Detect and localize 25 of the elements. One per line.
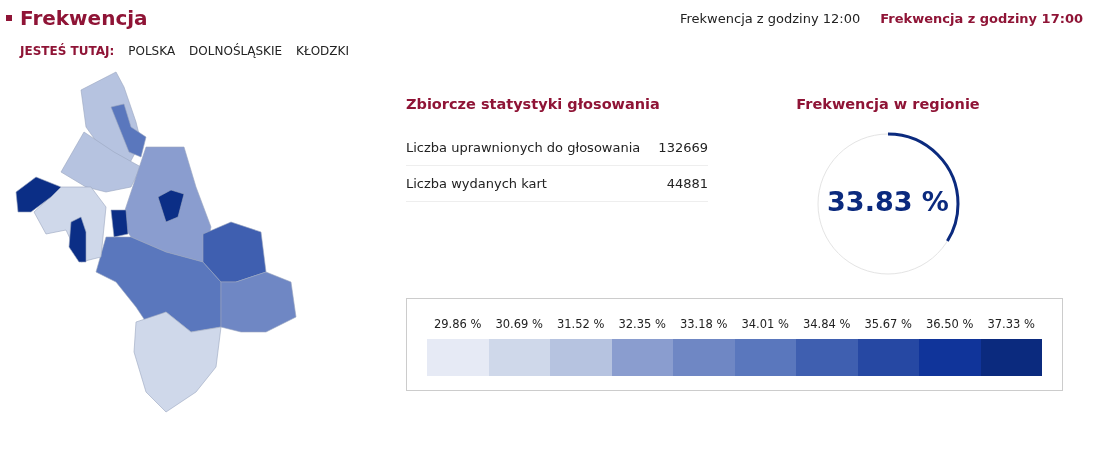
breadcrumb-label: JESTEŚ TUTAJ:	[20, 44, 115, 58]
legend-label: 34.01 %	[741, 317, 789, 331]
bullet-icon	[6, 15, 12, 21]
legend-label: 29.86 %	[434, 317, 482, 331]
stats-heading: Zbiorcze statystyki głosowania	[406, 96, 661, 112]
stat-value: 132669	[658, 140, 708, 155]
stat-label: Liczba wydanych kart	[406, 176, 547, 191]
legend-label: 35.67 %	[864, 317, 912, 331]
stat-label: Liczba uprawnionych do głosowania	[406, 140, 641, 155]
page-title: Frekwencja	[20, 6, 148, 30]
turnout-heading: Frekwencja w regionie	[796, 96, 980, 112]
breadcrumb-link[interactable]: KŁODZKI	[296, 44, 349, 58]
legend-label: 32.35 %	[618, 317, 666, 331]
legend-label: 34.84 %	[803, 317, 851, 331]
turnout-value: 33.83 %	[826, 186, 950, 217]
legend-label: 37.33 %	[987, 317, 1035, 331]
period-tab[interactable]: Frekwencja z godziny 12:00	[680, 10, 861, 26]
legend-label: 30.69 %	[495, 317, 543, 331]
stat-value: 44881	[666, 176, 708, 191]
legend-label: 36.50 %	[926, 317, 974, 331]
legend-label: 33.18 %	[680, 317, 728, 331]
breadcrumb-link[interactable]: DOLNOŚLĄSKIE	[189, 44, 283, 58]
legend-label: 31.52 %	[557, 317, 605, 331]
breadcrumb-link[interactable]: POLSKA	[128, 44, 176, 58]
period-tab[interactable]: Frekwencja z godziny 17:00	[880, 10, 1083, 26]
